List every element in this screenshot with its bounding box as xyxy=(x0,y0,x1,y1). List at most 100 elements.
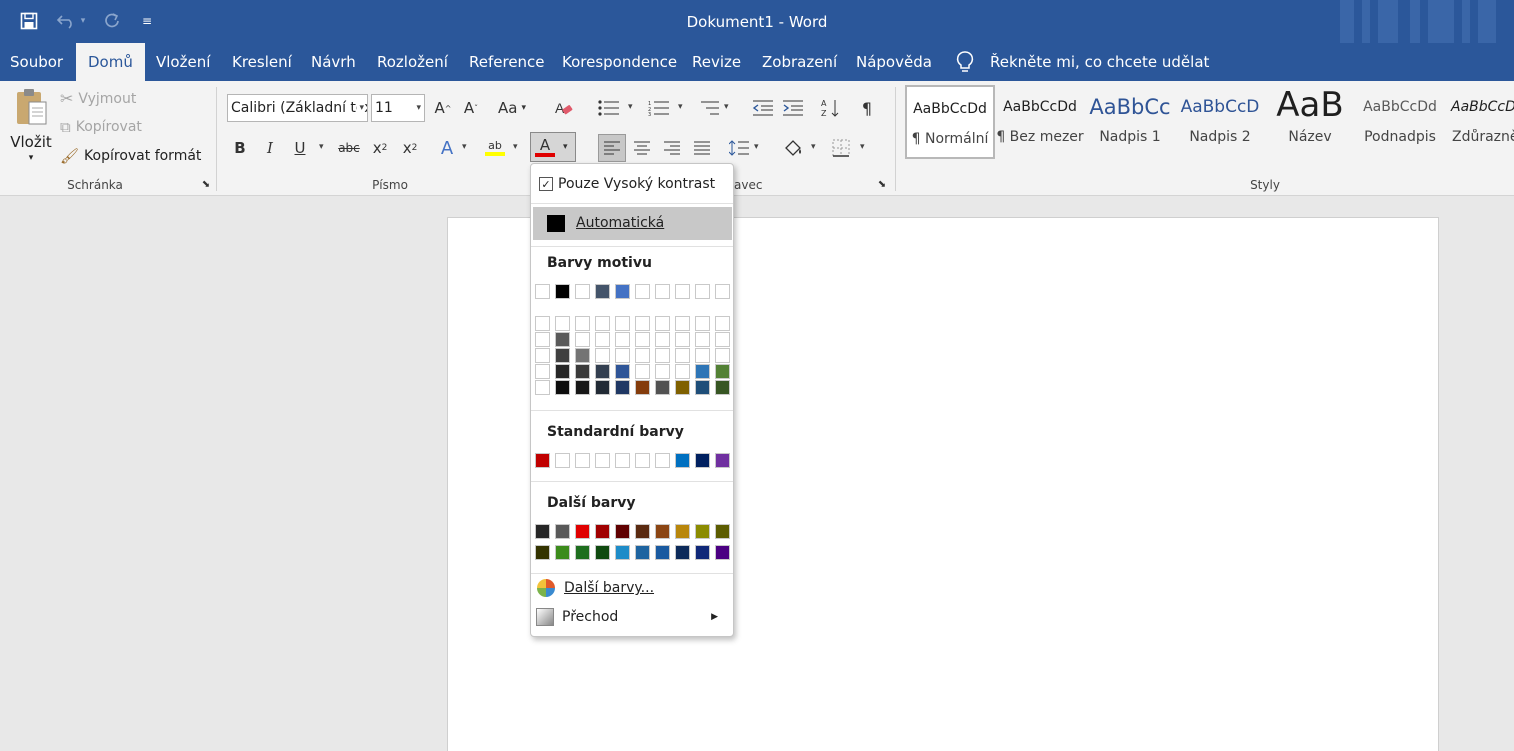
theme-shade-swatch[interactable] xyxy=(595,332,610,347)
theme-shade-swatch[interactable] xyxy=(655,380,670,395)
recent-color-swatch[interactable] xyxy=(555,524,570,539)
font-color-button[interactable]: A ▾ xyxy=(530,132,576,162)
recent-color-swatch[interactable] xyxy=(555,545,570,560)
align-center-icon[interactable] xyxy=(631,135,653,161)
tab-vlozeni[interactable]: Vložení xyxy=(156,43,210,81)
recent-color-swatch[interactable] xyxy=(655,545,670,560)
theme-shade-swatch[interactable] xyxy=(655,364,670,379)
gradient-item[interactable]: Přechod ▶ xyxy=(536,608,728,626)
tab-korespondence[interactable]: Korespondence xyxy=(562,43,677,81)
theme-color-swatch[interactable] xyxy=(595,284,610,299)
style-normal[interactable]: AaBbCcDd ¶ Normální xyxy=(905,85,995,159)
theme-shade-swatch[interactable] xyxy=(655,332,670,347)
style-no-spacing[interactable]: AaBbCcDd ¶ Bez mezer xyxy=(995,85,1085,159)
multilevel-list-icon[interactable] xyxy=(698,95,720,121)
theme-shade-swatch[interactable] xyxy=(555,364,570,379)
theme-shade-swatch[interactable] xyxy=(635,316,650,331)
style-subtitle[interactable]: AaBbCcDd Podnadpis xyxy=(1355,85,1445,159)
theme-shade-swatch[interactable] xyxy=(595,380,610,395)
recent-color-swatch[interactable] xyxy=(695,524,710,539)
theme-color-swatch[interactable] xyxy=(695,284,710,299)
change-case-button[interactable]: Aa ▾ xyxy=(498,95,526,121)
theme-color-swatch[interactable] xyxy=(655,284,670,299)
theme-color-swatch[interactable] xyxy=(635,284,650,299)
theme-shade-swatch[interactable] xyxy=(695,380,710,395)
font-name-combo[interactable]: Calibri (Základní text) ▾ xyxy=(227,94,368,122)
theme-shade-swatch[interactable] xyxy=(535,316,550,331)
justify-icon[interactable] xyxy=(691,135,713,161)
theme-color-swatch[interactable] xyxy=(535,284,550,299)
recent-color-swatch[interactable] xyxy=(635,524,650,539)
theme-shade-swatch[interactable] xyxy=(615,332,630,347)
paste-button[interactable]: Vložit ▾ xyxy=(10,87,52,163)
theme-shade-swatch[interactable] xyxy=(675,380,690,395)
theme-shade-swatch[interactable] xyxy=(575,348,590,363)
theme-shade-swatch[interactable] xyxy=(715,348,730,363)
theme-shade-swatch[interactable] xyxy=(615,316,630,331)
theme-shade-swatch[interactable] xyxy=(555,380,570,395)
tell-me-search[interactable]: Řekněte mi, co chcete udělat xyxy=(956,43,1209,81)
recent-color-swatch[interactable] xyxy=(695,545,710,560)
theme-shade-swatch[interactable] xyxy=(615,380,630,395)
theme-shade-swatch[interactable] xyxy=(615,348,630,363)
text-effects-dropdown-icon[interactable]: ▾ xyxy=(462,142,467,152)
highlight-button[interactable]: ab xyxy=(484,133,506,163)
tab-soubor[interactable]: Soubor xyxy=(10,43,63,81)
theme-shade-swatch[interactable] xyxy=(575,380,590,395)
theme-shade-swatch[interactable] xyxy=(655,316,670,331)
theme-shade-swatch[interactable] xyxy=(595,364,610,379)
recent-color-swatch[interactable] xyxy=(675,545,690,560)
theme-shade-swatch[interactable] xyxy=(675,332,690,347)
theme-color-swatch[interactable] xyxy=(575,284,590,299)
tab-kresleni[interactable]: Kreslení xyxy=(232,43,292,81)
sort-icon[interactable]: AZ xyxy=(820,95,842,121)
recent-color-swatch[interactable] xyxy=(615,545,630,560)
recent-color-swatch[interactable] xyxy=(535,524,550,539)
theme-shade-swatch[interactable] xyxy=(615,364,630,379)
superscript-icon[interactable]: x2 xyxy=(399,135,421,161)
recent-color-swatch[interactable] xyxy=(715,545,730,560)
cut-button[interactable]: ✂ Vyjmout xyxy=(60,89,136,108)
standard-color-swatch[interactable] xyxy=(575,453,590,468)
bullets-icon[interactable] xyxy=(598,95,620,121)
recent-color-swatch[interactable] xyxy=(655,524,670,539)
paste-dropdown-icon[interactable]: ▾ xyxy=(29,153,34,163)
recent-color-swatch[interactable] xyxy=(575,545,590,560)
underline-dropdown-icon[interactable]: ▾ xyxy=(319,142,324,152)
automatic-color-item[interactable]: Automatická xyxy=(533,207,732,240)
theme-shade-swatch[interactable] xyxy=(575,316,590,331)
standard-color-swatch[interactable] xyxy=(615,453,630,468)
theme-shade-swatch[interactable] xyxy=(695,316,710,331)
highlight-dropdown-icon[interactable]: ▾ xyxy=(513,142,518,152)
standard-color-swatch[interactable] xyxy=(695,453,710,468)
recent-color-swatch[interactable] xyxy=(615,524,630,539)
copy-button[interactable]: ⧉ Kopírovat xyxy=(60,118,142,136)
italic-button[interactable]: I xyxy=(259,135,281,161)
shading-icon[interactable] xyxy=(782,135,804,161)
recent-color-swatch[interactable] xyxy=(595,545,610,560)
standard-color-swatch[interactable] xyxy=(655,453,670,468)
standard-color-swatch[interactable] xyxy=(595,453,610,468)
theme-shade-swatch[interactable] xyxy=(635,380,650,395)
underline-button[interactable]: U xyxy=(289,135,311,161)
theme-shade-swatch[interactable] xyxy=(535,332,550,347)
theme-shade-swatch[interactable] xyxy=(695,332,710,347)
theme-shade-swatch[interactable] xyxy=(675,364,690,379)
tab-revize[interactable]: Revize xyxy=(692,43,741,81)
standard-color-swatch[interactable] xyxy=(635,453,650,468)
theme-shade-swatch[interactable] xyxy=(595,348,610,363)
font-size-combo[interactable]: 11 ▾ xyxy=(371,94,425,122)
theme-shade-swatch[interactable] xyxy=(715,332,730,347)
recent-color-swatch[interactable] xyxy=(595,524,610,539)
format-painter-button[interactable]: 🖌 Kopírovat formát xyxy=(60,147,201,165)
theme-shade-swatch[interactable] xyxy=(655,348,670,363)
theme-shade-swatch[interactable] xyxy=(575,364,590,379)
shrink-font-icon[interactable]: Aˇ xyxy=(460,95,482,121)
paragraph-dialog-launcher-icon[interactable]: ⬊ xyxy=(876,177,888,191)
tab-rozlozeni[interactable]: Rozložení xyxy=(377,43,448,81)
theme-shade-swatch[interactable] xyxy=(535,348,550,363)
style-heading-2[interactable]: AaBbCcD Nadpis 2 xyxy=(1175,85,1265,159)
more-colors-item[interactable]: Další barvy... xyxy=(536,578,654,598)
tab-napoveda[interactable]: Nápověda xyxy=(856,43,932,81)
theme-shade-swatch[interactable] xyxy=(715,380,730,395)
